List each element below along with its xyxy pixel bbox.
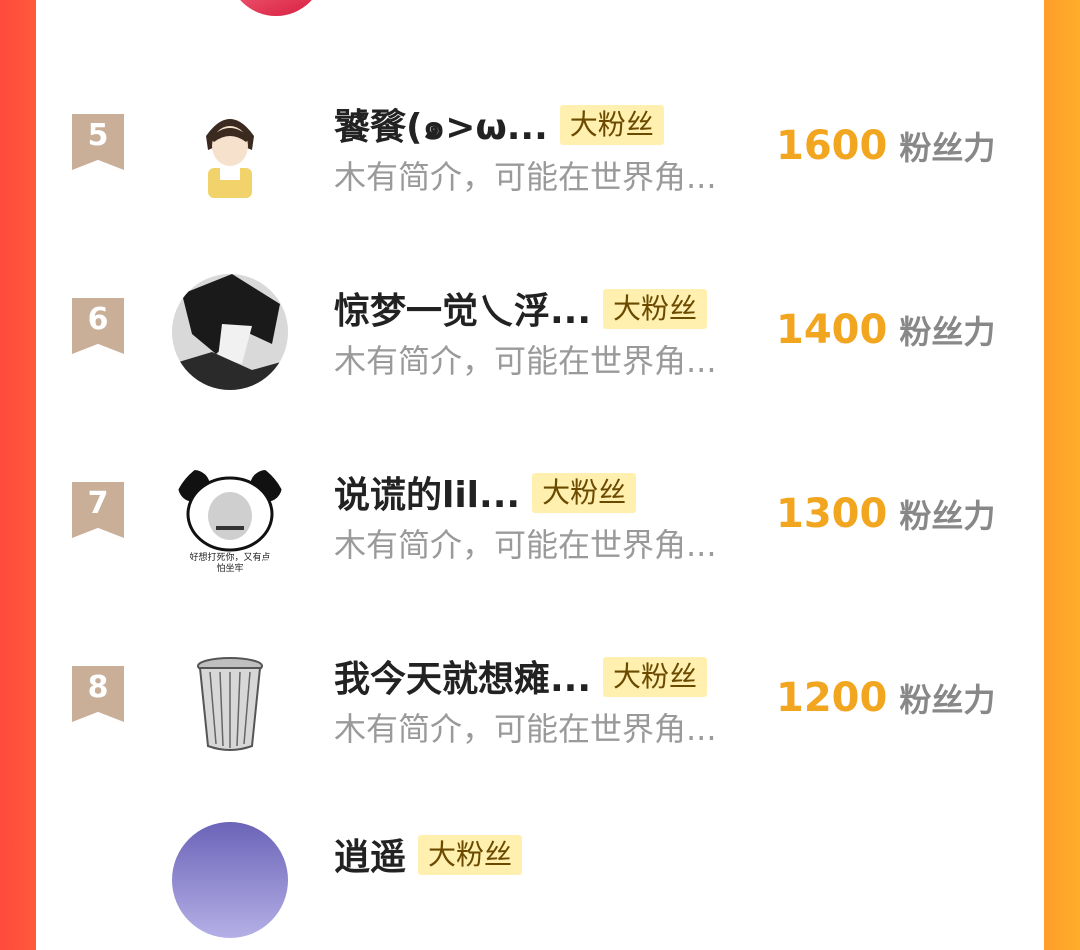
dark-hair-avatar[interactable] — [172, 274, 288, 390]
previous-user-avatar[interactable] — [228, 0, 324, 16]
user-name[interactable]: 惊梦一觉乀浮... 大粉丝 — [334, 282, 708, 334]
user-bio: 木有简介，可能在世界角... — [334, 710, 717, 748]
panda-meme-avatar[interactable]: 好想打死你，又有点 怕坐牢 — [172, 458, 288, 574]
rank-ribbon: 6 — [72, 298, 124, 354]
svg-text:怕坐牢: 怕坐牢 — [216, 562, 243, 574]
rank-ribbon: 5 — [72, 114, 124, 170]
fan-power-value: 1600 — [776, 123, 888, 169]
user-name[interactable]: 逍遥 大粉丝 — [334, 828, 523, 880]
fan-power-value: 1200 — [776, 675, 888, 721]
rank-ribbon: 8 — [72, 666, 124, 722]
ranking-row[interactable]: 7 好想打死你，又有点 怕坐牢 说谎的lil... 大粉丝 木有简介，可能在世界角… — [36, 436, 1044, 586]
user-name-text: 逍遥 — [334, 837, 407, 878]
fan-power: 1400 粉丝力 — [776, 307, 995, 353]
user-name-text: 惊梦一觉乀浮... — [334, 291, 592, 332]
user-bio: 木有简介，可能在世界角... — [334, 526, 717, 564]
fan-power-unit: 粉丝力 — [899, 129, 996, 167]
user-avatar[interactable] — [172, 822, 288, 938]
fan-power-value: 1400 — [776, 307, 888, 353]
anime-boy-avatar[interactable] — [172, 90, 288, 206]
fan-badge: 大粉丝 — [559, 105, 664, 145]
ranking-row[interactable]: 8 我今天就想瘫... 大粉丝 木有简介，可能在世界角... 1200 粉丝力 — [36, 620, 1044, 770]
user-name-text: 饕餮(๑>ω... — [334, 107, 548, 148]
user-name-text: 说谎的lil... — [334, 475, 521, 516]
fan-ranking-panel: 5 饕餮(๑>ω... 大粉丝 木有简介，可能在世界角... 1600 粉丝力 6 — [36, 0, 1044, 938]
fan-power-unit: 粉丝力 — [899, 681, 996, 719]
user-name-text: 我今天就想瘫... — [334, 659, 592, 700]
ranking-row[interactable]: 逍遥 大粉丝 — [36, 800, 1044, 950]
fan-badge: 大粉丝 — [603, 657, 708, 697]
user-bio: 木有简介，可能在世界角... — [334, 158, 717, 196]
fan-badge: 大粉丝 — [532, 473, 637, 513]
fan-power-unit: 粉丝力 — [899, 313, 996, 351]
fan-badge: 大粉丝 — [603, 289, 708, 329]
fan-badge: 大粉丝 — [418, 835, 523, 875]
ranking-row[interactable]: 6 惊梦一觉乀浮... 大粉丝 木有简介，可能在世界角... 1400 粉丝力 — [36, 252, 1044, 402]
fan-power: 1300 粉丝力 — [776, 491, 995, 537]
user-bio: 木有简介，可能在世界角... — [334, 342, 717, 380]
user-name[interactable]: 饕餮(๑>ω... 大粉丝 — [334, 98, 664, 155]
user-name[interactable]: 我今天就想瘫... 大粉丝 — [334, 650, 708, 702]
user-name[interactable]: 说谎的lil... 大粉丝 — [334, 466, 637, 518]
fan-power: 1200 粉丝力 — [776, 675, 995, 721]
ranking-row[interactable]: 5 饕餮(๑>ω... 大粉丝 木有简介，可能在世界角... 1600 粉丝力 — [36, 68, 1044, 218]
trash-can-avatar[interactable] — [172, 642, 288, 758]
svg-text:好想打死你，又有点: 好想打死你，又有点 — [189, 551, 270, 563]
fan-power: 1600 粉丝力 — [776, 123, 995, 169]
rank-ribbon: 7 — [72, 482, 124, 538]
fan-power-value: 1300 — [776, 491, 888, 537]
fan-power-unit: 粉丝力 — [899, 497, 996, 535]
